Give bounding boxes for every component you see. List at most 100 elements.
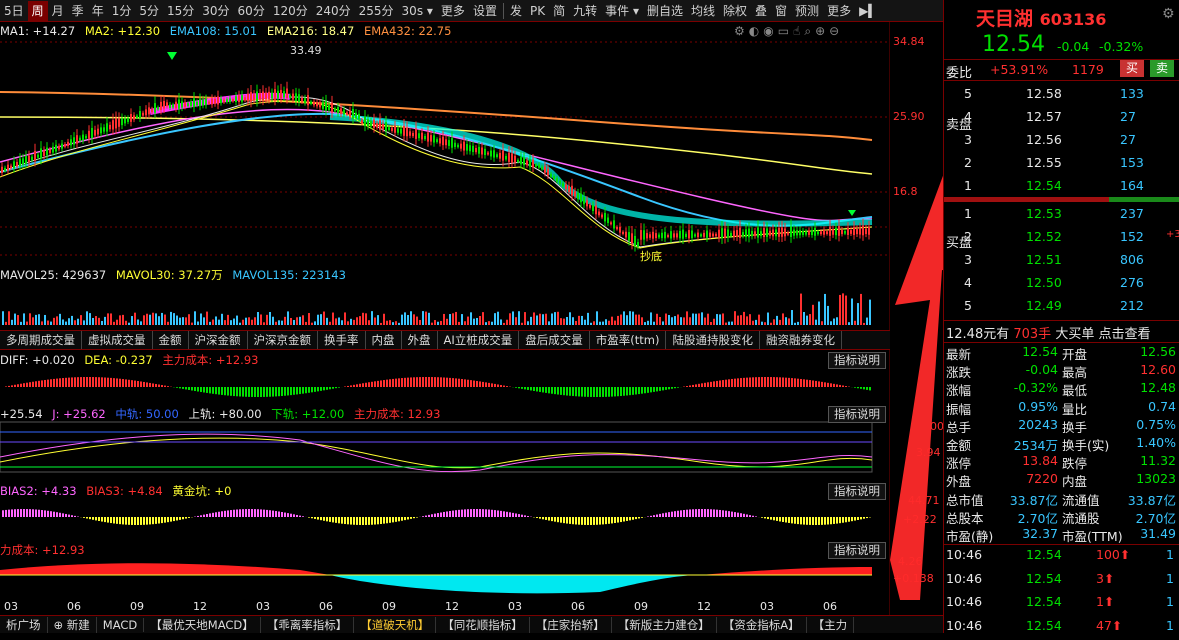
period-30s-dropdown[interactable]: 30s ▾ bbox=[398, 1, 437, 21]
period-120min[interactable]: 120分 bbox=[269, 1, 312, 21]
buy-button[interactable]: 买 bbox=[1120, 60, 1144, 77]
period-quarter[interactable]: 季 bbox=[68, 1, 88, 21]
explain-button-2[interactable]: 指标说明 bbox=[828, 406, 886, 423]
candle-body bbox=[208, 102, 210, 104]
simple-button[interactable]: 简 bbox=[549, 1, 569, 21]
bias-bar bbox=[728, 511, 730, 517]
candle-body bbox=[706, 230, 708, 237]
stat-value: 0.74 bbox=[1148, 399, 1176, 414]
tab-inner[interactable]: 内盘 bbox=[366, 331, 402, 349]
bias-bar bbox=[596, 517, 598, 525]
tab-margin[interactable]: 融资融券变化 bbox=[760, 331, 842, 349]
volume-bar bbox=[830, 321, 832, 325]
period-5day[interactable]: 5日 bbox=[0, 1, 28, 21]
candle-body bbox=[643, 230, 645, 239]
tab-turnover[interactable]: 换手率 bbox=[318, 331, 366, 349]
buy-level-row[interactable]: 5 12.49 212 bbox=[944, 298, 1179, 320]
jiuzhuan-button[interactable]: 九转 bbox=[569, 1, 601, 21]
bottom-tab-fund[interactable]: 【资金指标A】 bbox=[717, 617, 807, 633]
macd-bar bbox=[335, 387, 337, 388]
big-order-banner[interactable]: 12.48元有 703手 大买单 点击查看 bbox=[946, 323, 1150, 342]
bottom-tab-main[interactable]: 【主力 bbox=[807, 617, 855, 633]
tab-outer[interactable]: 外盘 bbox=[402, 331, 438, 349]
send-button[interactable]: 发 bbox=[506, 1, 526, 21]
volume-bar bbox=[332, 313, 334, 325]
tab-amount[interactable]: 金额 bbox=[153, 331, 189, 349]
bottom-tab-bias[interactable]: 【乖离率指标】 bbox=[261, 617, 355, 633]
sell-level-row[interactable]: 3 12.56 27 bbox=[944, 132, 1179, 154]
bias-bar bbox=[518, 514, 520, 517]
bottom-tab-ths[interactable]: 【同花顺指标】 bbox=[436, 617, 530, 633]
tab-hsj-amount[interactable]: 沪深京金额 bbox=[248, 331, 319, 349]
remove-watchlist-button[interactable]: 删自选 bbox=[643, 1, 687, 21]
pk-button[interactable]: PK bbox=[526, 1, 549, 21]
exright-button[interactable]: 除权 bbox=[719, 1, 751, 21]
volume-bar bbox=[578, 316, 580, 325]
settings-button[interactable]: 设置 bbox=[469, 1, 501, 21]
macd-bar bbox=[80, 377, 82, 387]
tab-hs-amount[interactable]: 沪深金额 bbox=[189, 331, 248, 349]
tab-ai-volume[interactable]: AI立桩成交量 bbox=[438, 331, 520, 349]
period-week[interactable]: 周 bbox=[28, 1, 48, 21]
collapse-icon[interactable]: ▶▍ bbox=[855, 1, 881, 21]
bias-bar bbox=[350, 517, 352, 525]
bottom-tab-zhuang[interactable]: 【庄家抬轿】 bbox=[530, 617, 612, 633]
gear-icon[interactable]: ⚙ bbox=[1162, 6, 1175, 22]
bottom-tab-build[interactable]: 【新版主力建仓】 bbox=[612, 617, 717, 633]
bottom-tab-square[interactable]: 析广场 bbox=[0, 617, 48, 633]
sell-level-row[interactable]: 2 12.55 153 bbox=[944, 155, 1179, 177]
candle-body bbox=[646, 233, 648, 238]
event-dropdown[interactable]: 事件 ▾ bbox=[601, 1, 643, 21]
candle-body bbox=[397, 128, 399, 132]
forecast-button[interactable]: 预测 bbox=[791, 1, 823, 21]
period-60min[interactable]: 60分 bbox=[234, 1, 269, 21]
bias-bar bbox=[611, 517, 613, 523]
more-button[interactable]: 更多 bbox=[437, 1, 469, 21]
period-year[interactable]: 年 bbox=[88, 1, 108, 21]
sell-level-row[interactable]: 4 12.57 27 bbox=[944, 109, 1179, 131]
period-1min[interactable]: 1分 bbox=[108, 1, 136, 21]
candle-body bbox=[775, 229, 777, 236]
sell-button[interactable]: 卖 bbox=[1150, 60, 1174, 77]
candle-body bbox=[148, 107, 150, 114]
tab-hk-connect[interactable]: 陆股通持股变化 bbox=[666, 331, 760, 349]
period-240min[interactable]: 240分 bbox=[312, 1, 355, 21]
bottom-tab-daopo[interactable]: 【道破天机】 bbox=[354, 617, 436, 633]
period-month[interactable]: 月 bbox=[48, 1, 68, 21]
explain-button-3[interactable]: 指标说明 bbox=[828, 483, 886, 500]
bias-bar bbox=[830, 517, 832, 524]
candle-body bbox=[847, 228, 849, 235]
buy-level-row[interactable]: 3 12.51 806 bbox=[944, 252, 1179, 274]
bottom-tab-best-macd[interactable]: 【最优天地MACD】 bbox=[144, 617, 260, 633]
explain-button-4[interactable]: 指标说明 bbox=[828, 542, 886, 559]
period-15min[interactable]: 15分 bbox=[163, 1, 198, 21]
bottom-tab-macd[interactable]: MACD bbox=[97, 618, 144, 632]
kline-chart[interactable]: 33.49 抄底 bbox=[0, 22, 890, 622]
buy-level-row[interactable]: 1 12.53 237 bbox=[944, 206, 1179, 228]
macd-bar bbox=[479, 381, 481, 387]
volume-bar bbox=[170, 312, 172, 325]
macd-bar bbox=[446, 378, 448, 387]
weibi-label: 委比 bbox=[946, 62, 972, 81]
tab-after-hours[interactable]: 盘后成交量 bbox=[519, 331, 590, 349]
buy-level-row[interactable]: 4 12.50 276 bbox=[944, 275, 1179, 297]
buy-level-row[interactable]: 2 12.52 152 +3 bbox=[944, 229, 1179, 251]
sell-level-row[interactable]: 5 12.58 133 bbox=[944, 86, 1179, 108]
window-button[interactable]: 窗 bbox=[771, 1, 791, 21]
more-right-button[interactable]: 更多 bbox=[823, 1, 855, 21]
macd-bar bbox=[161, 385, 163, 387]
bottom-tab-new[interactable]: ⊕ 新建 bbox=[48, 617, 97, 633]
candle-body bbox=[814, 228, 816, 236]
stat-row: 涨停 13.84 跌停 11.32 bbox=[944, 453, 1179, 471]
period-30min[interactable]: 30分 bbox=[198, 1, 233, 21]
cost4-label: 力成本: +12.93 bbox=[0, 543, 85, 557]
period-255min[interactable]: 255分 bbox=[355, 1, 398, 21]
explain-button-1[interactable]: 指标说明 bbox=[828, 352, 886, 369]
bias-bar bbox=[281, 512, 283, 517]
ma-button[interactable]: 均线 bbox=[687, 1, 719, 21]
tab-virtual-volume[interactable]: 虚拟成交量 bbox=[82, 331, 153, 349]
overlay-button[interactable]: 叠 bbox=[751, 1, 771, 21]
period-5min[interactable]: 5分 bbox=[135, 1, 163, 21]
tab-pe-ttm[interactable]: 市盈率(ttm) bbox=[590, 331, 667, 349]
tab-multi-period-volume[interactable]: 多周期成交量 bbox=[0, 331, 82, 349]
